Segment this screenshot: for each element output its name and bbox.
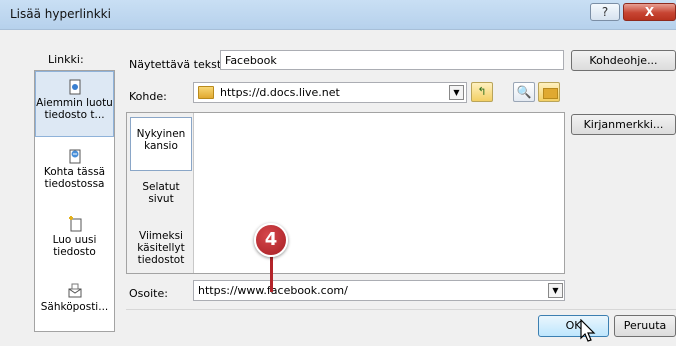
divider xyxy=(126,309,676,310)
view-tabs: Nykyinen kansio Selatut sivut Viimeksi k… xyxy=(127,113,194,273)
help-button[interactable]: ? xyxy=(590,3,620,21)
browse-web-button[interactable]: 🔍 xyxy=(513,82,535,102)
cancel-button[interactable]: Peruuta xyxy=(614,315,676,337)
sidebar-item-label: Kohta tässä tiedostossa xyxy=(43,166,106,190)
sidebar-item-existing-file[interactable]: Aiemmin luotu tiedosto t... xyxy=(35,71,114,137)
screentip-button[interactable]: Kohdeohje... xyxy=(571,50,676,71)
display-text-label: Näytettävä teksti: xyxy=(129,58,228,71)
display-text-input[interactable]: Facebook xyxy=(220,50,564,70)
sidebar-item-email[interactable]: Sähköposti... xyxy=(35,283,114,313)
address-label: Osoite: xyxy=(129,287,168,300)
step-callout: 4 xyxy=(254,223,288,257)
link-to-label: Linkki: xyxy=(48,53,84,66)
place-in-document-icon xyxy=(69,149,80,164)
chevron-down-icon[interactable]: ▼ xyxy=(548,283,563,298)
sidebar-item-label: Sähköposti... xyxy=(40,301,109,313)
address-input[interactable]: https://www.facebook.com/ xyxy=(193,280,565,301)
email-icon xyxy=(68,283,81,298)
sidebar-item-label: Luo uusi tiedosto xyxy=(52,234,97,258)
sidebar-item-label: Aiemmin luotu tiedosto t... xyxy=(36,97,113,121)
mouse-cursor-icon xyxy=(580,319,596,342)
sidebar-item-place-in-document[interactable]: Kohta tässä tiedostossa xyxy=(35,146,114,190)
tab-current-folder[interactable]: Nykyinen kansio xyxy=(130,117,192,171)
up-one-folder-button[interactable]: ↰ xyxy=(471,82,493,102)
look-in-select[interactable]: https://d.docs.live.net xyxy=(193,82,467,103)
new-document-icon xyxy=(68,216,81,232)
look-in-label: Kohde: xyxy=(129,90,167,103)
callout-pointer xyxy=(270,252,273,292)
bookmark-button[interactable]: Kirjanmerkki... xyxy=(571,114,676,135)
chevron-down-icon[interactable]: ▼ xyxy=(449,85,464,100)
ok-button[interactable]: OK xyxy=(538,315,609,337)
link-type-sidebar: Aiemmin luotu tiedosto t... Kohta tässä … xyxy=(34,70,115,332)
tab-browsed-pages[interactable]: Selatut sivut xyxy=(130,181,192,205)
browse-file-button[interactable] xyxy=(538,82,560,102)
tab-recent-files[interactable]: Viimeksi käsitellyt tiedostot xyxy=(130,230,192,266)
close-button[interactable]: X xyxy=(623,3,676,21)
folder-icon xyxy=(198,86,214,99)
window-title: Lisää hyperlinkki xyxy=(10,7,111,21)
sidebar-item-create-new[interactable]: Luo uusi tiedosto xyxy=(35,216,114,258)
folder-icon xyxy=(543,88,558,99)
existing-file-icon xyxy=(69,79,80,95)
